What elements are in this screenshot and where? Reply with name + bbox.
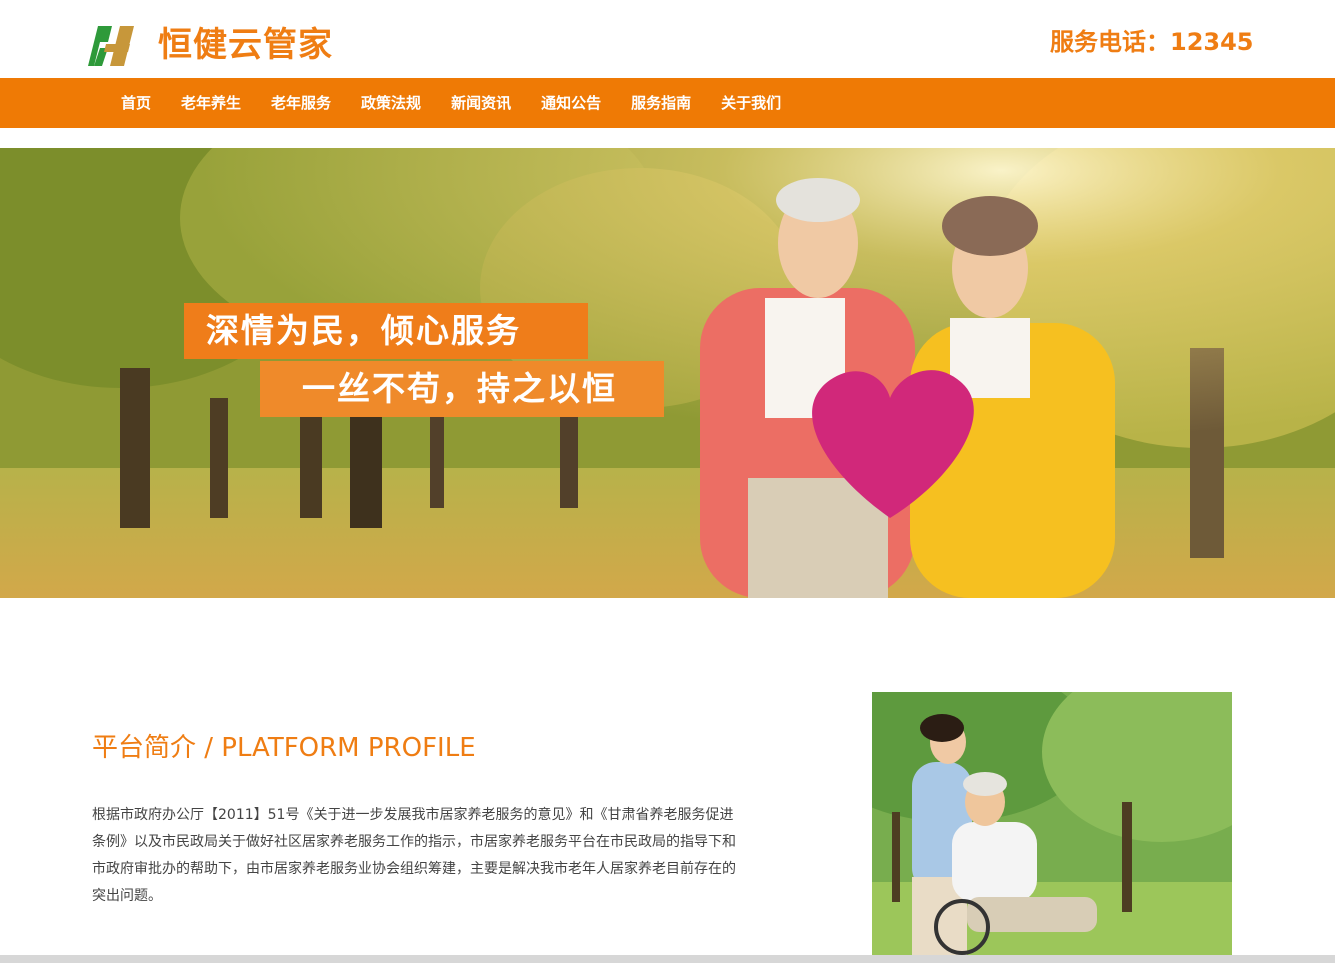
nav-item-elderly-health[interactable]: 老年养生 xyxy=(166,78,256,128)
logo-text[interactable]: 恒健云管家 xyxy=(158,22,333,68)
profile-title: 平台简介 / PLATFORM PROFILE xyxy=(92,733,476,763)
slogan-line-1: 深情为民，倾心服务 xyxy=(184,303,588,359)
profile-description: 根据市政府办公厅【2011】51号《关于进一步发展我市居家养老服务的意见》和《甘… xyxy=(92,807,736,904)
hero-banner[interactable]: 深情为民，倾心服务 一丝不苟，持之以恒 xyxy=(0,148,1335,598)
horizontal-scrollbar[interactable] xyxy=(0,955,1335,963)
profile-photo xyxy=(872,692,1232,955)
main-nav: 首页 老年养生 老年服务 政策法规 新闻资讯 通知公告 服务指南 关于我们 xyxy=(0,78,1335,128)
nav-item-notices[interactable]: 通知公告 xyxy=(526,78,616,128)
nav-item-news[interactable]: 新闻资讯 xyxy=(436,78,526,128)
banner-illustration xyxy=(0,148,1335,598)
nav-item-about-us[interactable]: 关于我们 xyxy=(706,78,796,128)
slogan-line-2: 一丝不苟，持之以恒 xyxy=(260,361,664,417)
service-hotline: 服务电话：12345 xyxy=(1050,28,1254,56)
logo-icon[interactable] xyxy=(86,22,146,68)
caregiver-illustration xyxy=(872,692,1232,955)
nav-item-elderly-services[interactable]: 老年服务 xyxy=(256,78,346,128)
site-header: 恒健云管家 服务电话：12345 xyxy=(0,0,1335,78)
nav-item-home[interactable]: 首页 xyxy=(106,78,166,128)
nav-item-service-guide[interactable]: 服务指南 xyxy=(616,78,706,128)
nav-item-policies[interactable]: 政策法规 xyxy=(346,78,436,128)
